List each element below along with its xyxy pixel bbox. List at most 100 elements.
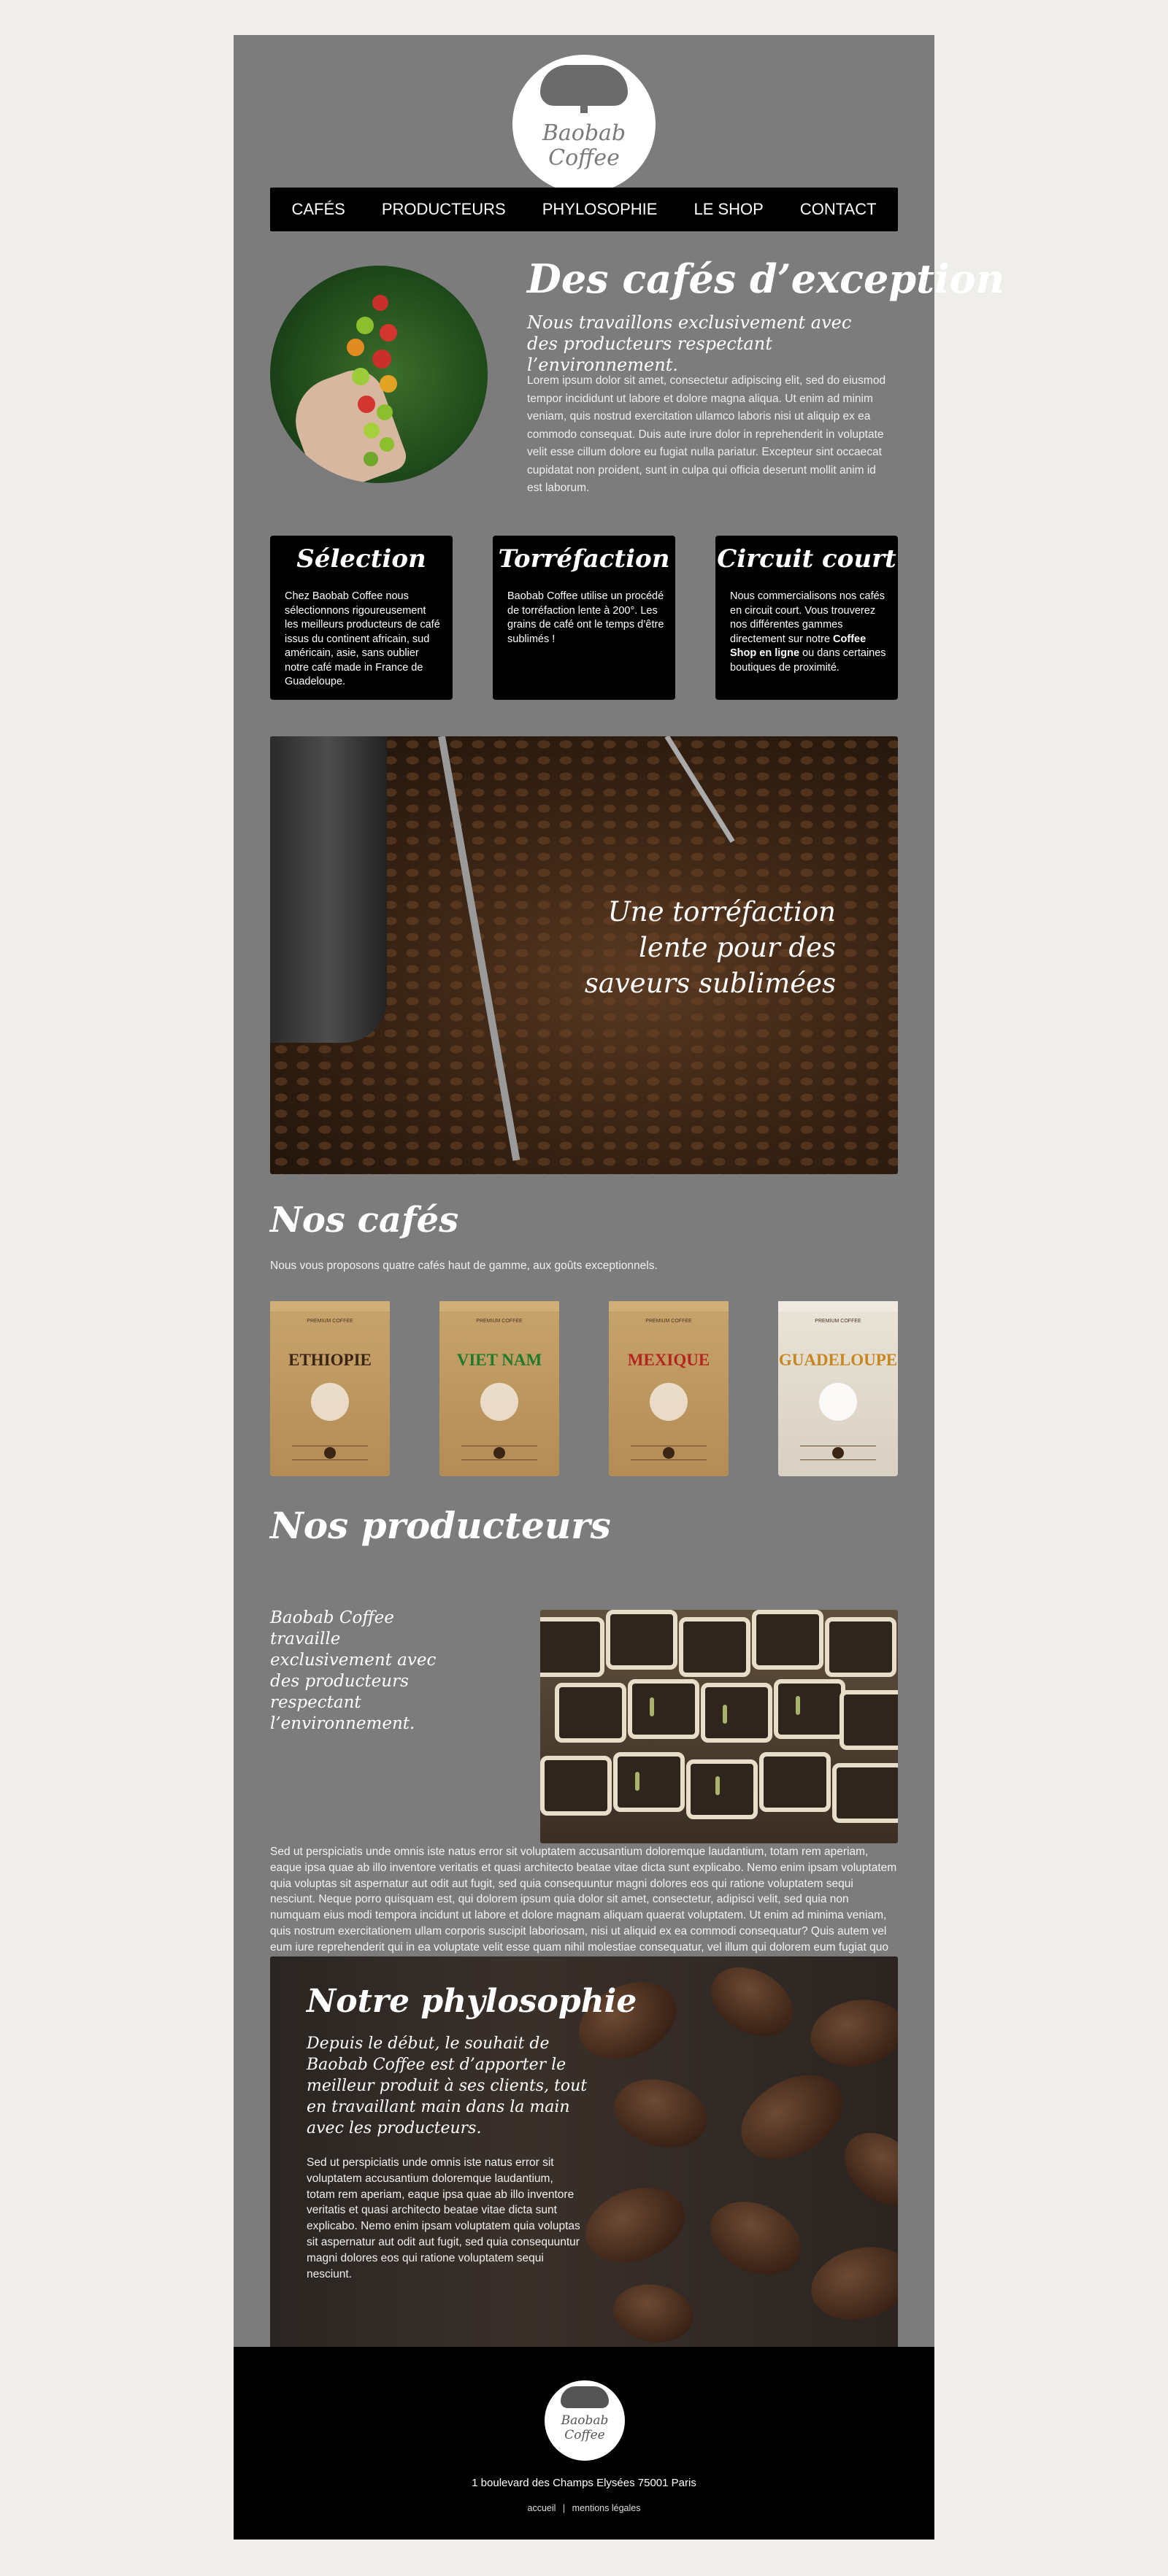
berry — [356, 317, 374, 334]
bag-top — [778, 1301, 898, 1311]
seedling-pot — [825, 1617, 896, 1677]
product-name: VIET NAM — [456, 1351, 542, 1369]
float-spacer-right — [555, 1716, 898, 1844]
baobab-seal-icon — [819, 1383, 857, 1421]
product-bag-vietnam[interactable]: PREMIUM COFFEE VIET NAM — [439, 1301, 559, 1476]
logo-line1: Baobab — [561, 2413, 609, 2428]
coffee-bean — [805, 1992, 898, 2074]
coffee-bean — [609, 2278, 698, 2348]
main-nav: CAFÉS PRODUCTEURS PHYLOSOPHIE LE SHOP CO… — [270, 188, 898, 231]
card-circuit-court: Circuit court Nous commercialisons nos c… — [715, 536, 898, 700]
baobab-logo[interactable]: Baobab Coffee — [512, 55, 656, 193]
coffee-bean — [802, 2236, 898, 2331]
coffee-cherries-image — [270, 266, 488, 483]
coffee-bean — [606, 2069, 715, 2158]
berry — [358, 396, 375, 413]
intro-body: Lorem ipsum dolor sit amet, consectetur … — [527, 374, 886, 494]
berry — [380, 324, 397, 342]
bag-top — [270, 1301, 390, 1311]
berry — [377, 404, 393, 420]
sprout — [650, 1697, 654, 1716]
product-name: GUADELOUPE — [778, 1351, 898, 1369]
card-title: Sélection — [296, 544, 426, 574]
coffee-bean — [698, 2187, 813, 2289]
bag-dot — [493, 1447, 505, 1459]
roast-caption-line: saveurs sublimées — [584, 968, 836, 999]
section-title-producteurs: Nos producteurs — [270, 1504, 611, 1547]
nav-item-contact[interactable]: CONTACT — [800, 200, 877, 219]
producteurs-body: Sed ut perspiciatis unde omnis iste natu… — [270, 1716, 898, 1971]
footer-links: accueil | mentions légales — [234, 2503, 934, 2513]
footer-link-mentions[interactable]: mentions légales — [572, 2503, 641, 2513]
product-bag-mexique[interactable]: PREMIUM COFFEE MEXIQUE — [609, 1301, 729, 1476]
roast-caption-line: Une torréfaction — [607, 896, 836, 928]
product-name: MEXIQUE — [627, 1351, 710, 1369]
bag-brand: PREMIUM COFFEE — [815, 1319, 861, 1324]
footer-link-accueil[interactable]: accueil — [528, 2503, 556, 2513]
sprout — [796, 1696, 800, 1715]
bag-brand: PREMIUM COFFEE — [476, 1319, 523, 1324]
card-text: Nous commercialisons nos cafés en circui… — [730, 590, 887, 675]
coffee-bean — [726, 2058, 858, 2176]
producteurs-body-text: Sed ut perspiciatis unde omnis iste natu… — [270, 1846, 897, 1970]
nav-item-cafes[interactable]: CAFÉS — [291, 200, 345, 219]
berry — [380, 375, 397, 393]
baobab-seal-icon — [311, 1383, 349, 1421]
philosophie-body: Sed ut perspiciatis unde omnis iste natu… — [307, 2156, 580, 2280]
coffee-bean — [830, 2118, 898, 2221]
berry — [352, 368, 369, 385]
coffee-bean — [699, 1956, 805, 2051]
berry — [372, 295, 388, 311]
bag-top — [439, 1301, 559, 1311]
logo-line2: Coffee — [548, 145, 620, 171]
roast-caption-line: lente pour des — [639, 932, 836, 963]
roasting-image: Une torréfaction lente pour des saveurs su… — [270, 736, 898, 1174]
intro-subtitle: Nous travaillons exclusivement avec des … — [527, 312, 852, 375]
logo-line2: Coffee — [564, 2428, 605, 2442]
logo-line1: Baobab — [542, 120, 626, 146]
footer-address: 1 boulevard des Champs Elysées 75001 Par… — [472, 2477, 696, 2489]
baobab-seal-icon — [650, 1383, 688, 1421]
roaster-machine — [270, 736, 387, 1043]
intro-title: Des cafés d’exception — [527, 255, 1004, 302]
baobab-tree-icon — [561, 2386, 609, 2408]
roast-caption: Une torréfaction lente pour des saveurs su… — [573, 894, 836, 1001]
card-text: Chez Baobab Coffee nous sélectionnons ri… — [285, 590, 440, 687]
page-container: Baobab Coffee CAFÉS PRODUCTEURS PHYLOSOP… — [234, 35, 1004, 2540]
bag-brand: PREMIUM COFFEE — [645, 1319, 692, 1324]
product-bag-ethiopie[interactable]: PREMIUM COFFEE ETHIOPIE — [270, 1301, 390, 1476]
bag-dot — [324, 1447, 336, 1459]
card-title: Circuit court — [717, 544, 896, 574]
card-torrefaction: Torréfaction Baobab Coffee utilise un pr… — [493, 536, 675, 700]
philosophy-banner: Notre phylosophie Depuis le début, le so… — [270, 1956, 898, 2348]
philosophy-content: Notre phylosophie Depuis le début, le so… — [307, 1983, 637, 2282]
float-spacer-left — [270, 1716, 540, 1844]
bag-brand: PREMIUM COFFEE — [307, 1319, 353, 1324]
card-selection: Sélection Chez Baobab Coffee nous sélect… — [270, 536, 453, 700]
card-text: Baobab Coffee utilise un procédé de torr… — [507, 590, 664, 645]
nav-item-producteurs[interactable]: PRODUCTEURS — [382, 200, 506, 219]
philosophie-subtitle: Depuis le début, le souhait de Baobab Co… — [307, 2035, 588, 2137]
baobab-trunk — [580, 99, 588, 113]
product-bag-guadeloupe[interactable]: PREMIUM COFFEE GUADELOUPE — [778, 1301, 898, 1476]
berry — [364, 423, 380, 439]
nav-item-le-shop[interactable]: LE SHOP — [694, 200, 763, 219]
product-name: ETHIOPIE — [288, 1351, 372, 1369]
footer: Baobab Coffee 1 boulevard des Champs Ely… — [234, 2347, 934, 2540]
bag-dot — [663, 1447, 675, 1459]
berry — [380, 437, 394, 452]
baobab-seal-icon — [480, 1383, 518, 1421]
footer-separator: | — [562, 2503, 566, 2513]
seedling-pot — [679, 1617, 750, 1677]
nav-item-phylosophie[interactable]: PHYLOSOPHIE — [542, 200, 658, 219]
section-title-philosophie: Notre phylosophie — [307, 1983, 637, 2020]
bag-top — [609, 1301, 729, 1311]
seedling-pot — [752, 1610, 823, 1670]
berry — [372, 350, 391, 369]
section-title-cafes: Nos cafés — [270, 1200, 459, 1241]
bag-dot — [832, 1447, 844, 1459]
card-title: Torréfaction — [498, 544, 670, 574]
footer-logo[interactable]: Baobab Coffee — [545, 2380, 625, 2461]
berry — [364, 452, 378, 466]
seedling-pot — [606, 1610, 677, 1670]
